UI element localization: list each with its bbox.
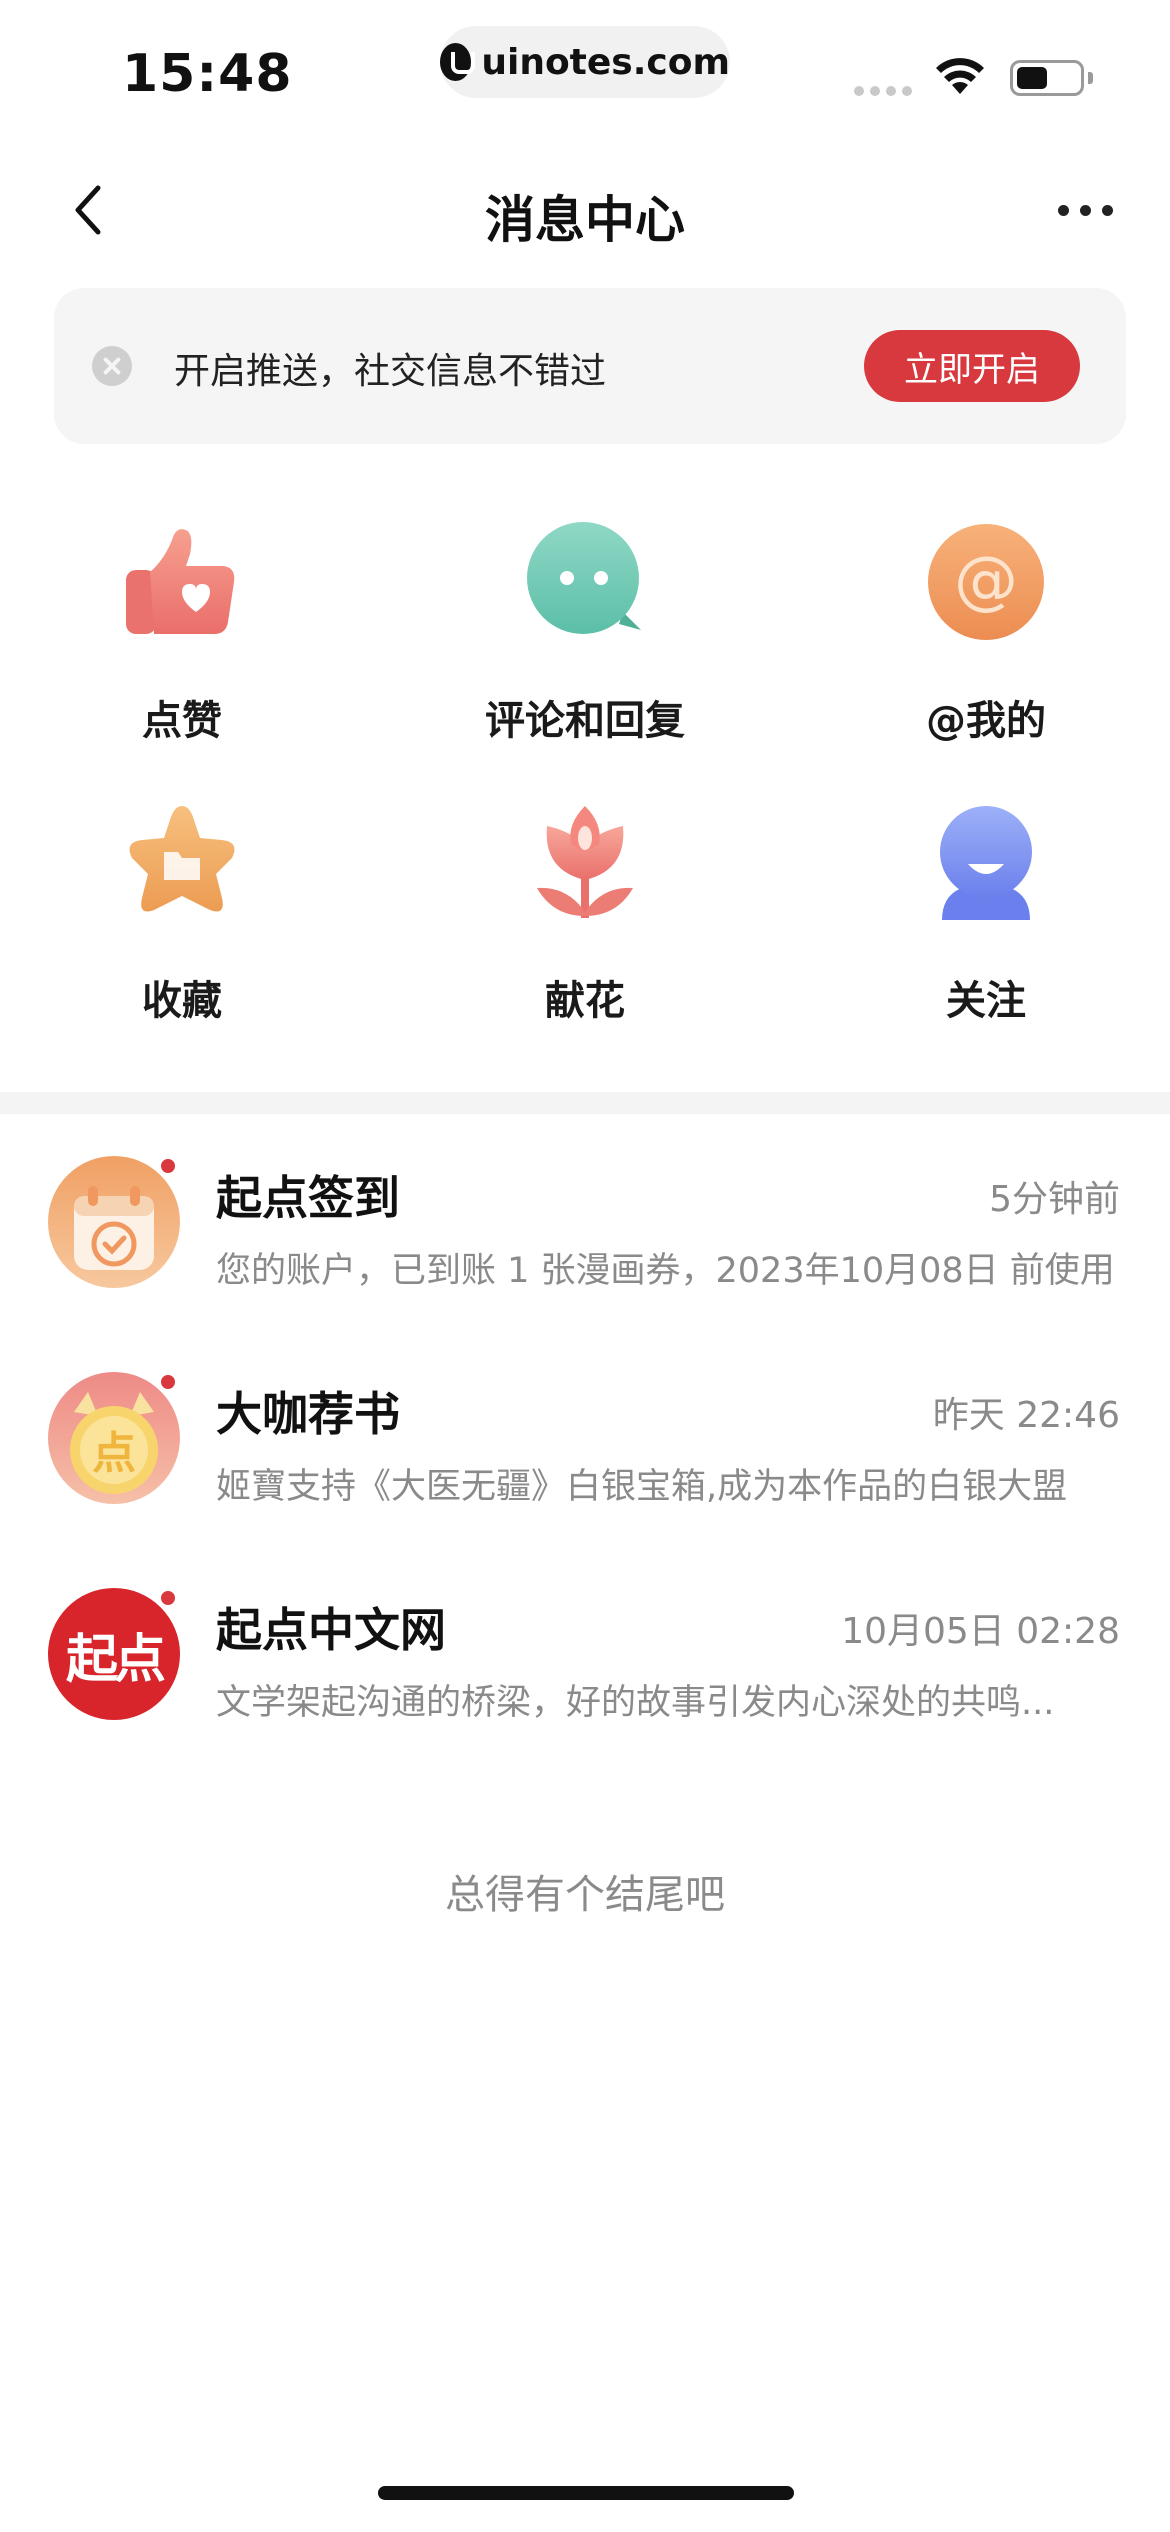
- category-favorites[interactable]: 收藏: [32, 800, 332, 1026]
- category-follows[interactable]: 关注: [836, 800, 1136, 1026]
- category-comments[interactable]: 评论和回复: [435, 520, 735, 746]
- svg-text:@: @: [954, 544, 1018, 618]
- unread-dot: [158, 1156, 178, 1176]
- status-bar: 15:48 uinotes.com: [0, 0, 1170, 140]
- qidian-logo-icon: 起点: [48, 1588, 180, 1720]
- section-divider: [0, 1092, 1170, 1114]
- unread-dot: [158, 1372, 178, 1392]
- comment-bubble-icon: [523, 520, 647, 644]
- push-notification-banner: 开启推送，社交信息不错过 立即开启: [54, 288, 1126, 444]
- message-time: 5分钟前: [989, 1179, 1120, 1220]
- category-label: @我的: [926, 698, 1046, 744]
- category-mentions[interactable]: @ @我的: [836, 520, 1136, 746]
- battery-icon: [1010, 60, 1084, 96]
- flower-icon: [523, 800, 647, 924]
- url-text: uinotes.com: [481, 41, 730, 83]
- avatar: [48, 1156, 180, 1288]
- site-logo-icon: [440, 43, 476, 81]
- message-time: 10月05日 02:28: [841, 1611, 1120, 1652]
- message-item-qidian[interactable]: 起点 起点中文网 10月05日 02:28 文学架起沟通的桥梁，好的故事引发内心…: [0, 1588, 1170, 1768]
- message-preview: 文学架起沟通的桥梁，好的故事引发内心深处的共鸣...: [216, 1683, 1055, 1723]
- category-label: 点赞: [142, 698, 222, 744]
- nav-bar: 消息中心: [0, 160, 1170, 260]
- more-button[interactable]: [1050, 194, 1120, 226]
- message-preview: 您的账户，已到账 1 张漫画券，2023年10月08日 前使用: [216, 1251, 1115, 1291]
- cellular-signal-icon: [854, 86, 912, 96]
- category-label: 评论和回复: [485, 698, 685, 744]
- message-time: 昨天 22:46: [932, 1395, 1120, 1436]
- banner-text: 开启推送，社交信息不错过: [174, 351, 607, 392]
- svg-text:点: 点: [92, 1428, 136, 1479]
- list-end-text: 总得有个结尾吧: [445, 1872, 725, 1918]
- message-title: 起点中文网: [216, 1603, 446, 1657]
- user-follow-icon: [924, 800, 1048, 924]
- category-flowers[interactable]: 献花: [435, 800, 735, 1026]
- message-item-sign-in[interactable]: 起点签到 5分钟前 您的账户，已到账 1 张漫画券，2023年10月08日 前使…: [0, 1156, 1170, 1336]
- category-label: 收藏: [142, 978, 222, 1024]
- category-label: 献花: [545, 978, 625, 1024]
- category-likes[interactable]: 点赞: [32, 520, 332, 746]
- message-item-book-recommend[interactable]: 点 大咖荐书 昨天 22:46 姬寶支持《大医无疆》白银宝箱,成为本作品的白银大…: [0, 1372, 1170, 1552]
- message-title: 大咖荐书: [216, 1387, 400, 1441]
- wifi-icon: [936, 58, 984, 94]
- category-label: 关注: [946, 978, 1026, 1024]
- close-icon[interactable]: [92, 346, 132, 386]
- url-pill[interactable]: uinotes.com: [440, 26, 730, 98]
- status-time: 15:48: [122, 44, 293, 104]
- message-preview: 姬寶支持《大医无疆》白银宝箱,成为本作品的白银大盟: [216, 1467, 1068, 1507]
- page-title: 消息中心: [485, 191, 685, 249]
- enable-push-button[interactable]: 立即开启: [864, 330, 1080, 402]
- message-center-page: 15:48 uinotes.com 消息中心 开启推送，社交信息不错过 立即开启…: [0, 0, 1170, 2532]
- avatar-logo-text: 起点: [65, 1629, 166, 1690]
- thumbs-up-icon: [120, 520, 244, 644]
- message-title: 起点签到: [216, 1171, 400, 1225]
- home-indicator[interactable]: [378, 2486, 794, 2500]
- more-horizontal-icon: [1057, 204, 1069, 216]
- star-folder-icon: [120, 800, 244, 924]
- unread-dot: [158, 1588, 178, 1608]
- avatar: 点: [48, 1372, 180, 1504]
- at-sign-icon: @: [924, 520, 1048, 644]
